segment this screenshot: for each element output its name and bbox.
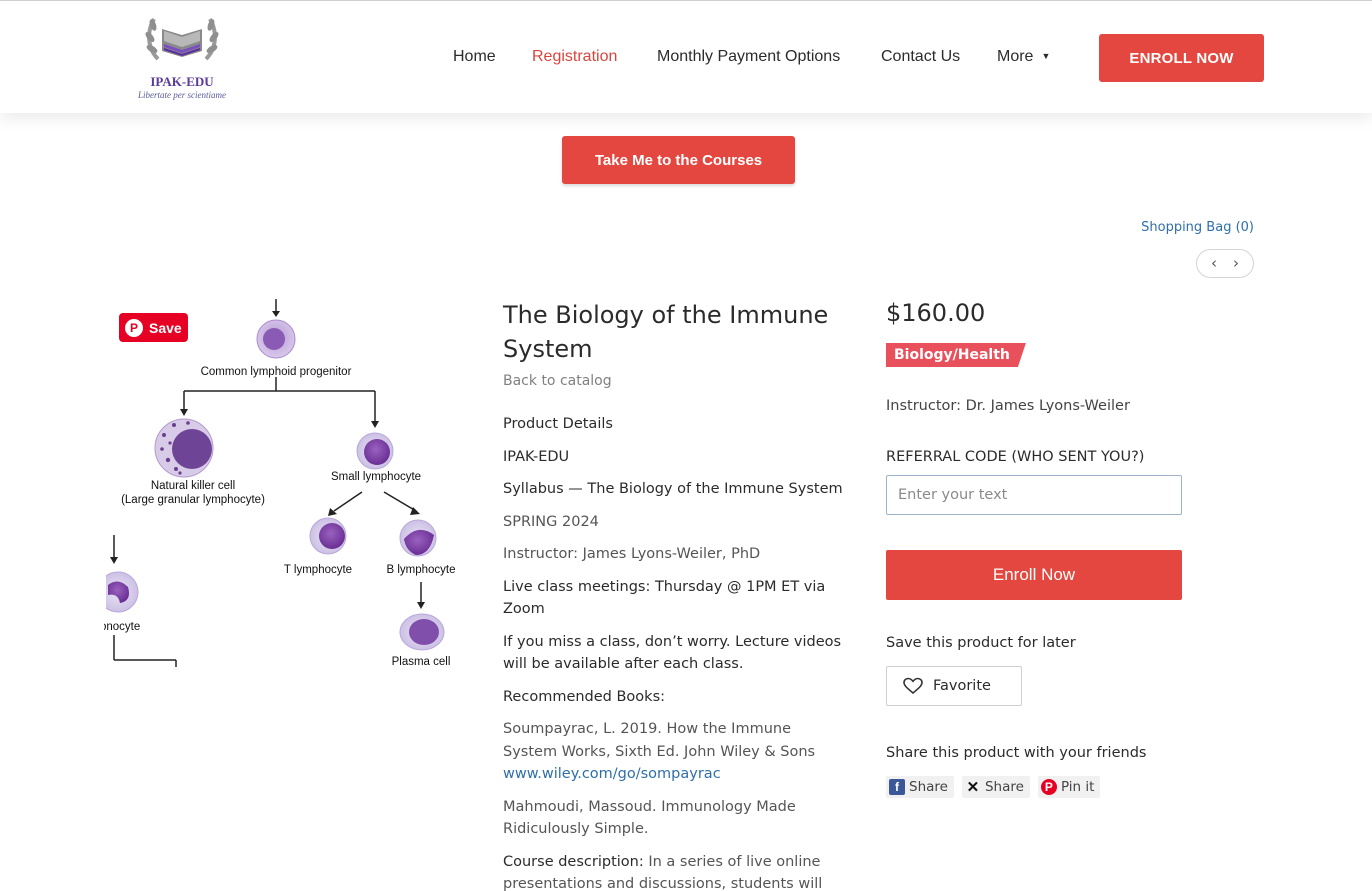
referral-code-label: REFERRAL CODE (WHO SENT YOU?) xyxy=(886,449,1145,465)
caret-down-icon: ▼ xyxy=(1041,51,1051,61)
label-natural-killer-cell: Natural killer cell xyxy=(151,480,235,492)
nav-more[interactable]: More ▼ xyxy=(997,48,1050,66)
share-label: Share this product with your friends xyxy=(886,745,1147,761)
label-large-granular-lymphocyte: (Large granular lymphocyte) xyxy=(121,494,265,506)
heart-icon xyxy=(903,677,923,695)
product-pager: ‹ › xyxy=(1196,249,1254,278)
nav-registration[interactable]: Registration xyxy=(532,48,617,66)
details-org: IPAK-EDU xyxy=(503,448,570,465)
chevron-right-icon[interactable]: › xyxy=(1233,256,1239,271)
enroll-now-button[interactable]: Enroll Now xyxy=(886,550,1182,600)
category-badge[interactable]: Biology/Health xyxy=(886,343,1026,367)
details-miss-class: If you miss a class, don’t worry. Lectur… xyxy=(503,633,842,673)
enroll-now-header-button[interactable]: ENROLL NOW xyxy=(1099,34,1264,82)
course-description-label: Course description: xyxy=(503,853,644,870)
details-live-meetings: Live class meetings: Thursday @ 1PM ET v… xyxy=(503,578,826,618)
facebook-icon: f xyxy=(889,779,905,795)
site-logo[interactable]: IPAK-EDU Libertate per scientiame xyxy=(132,11,232,103)
details-heading: Product Details xyxy=(503,416,613,432)
favorite-label: Favorite xyxy=(933,678,991,694)
pinterest-save-button[interactable]: P Save xyxy=(119,313,188,342)
label-common-lymphoid-progenitor: Common lymphoid progenitor xyxy=(201,366,352,378)
nav-home[interactable]: Home xyxy=(453,48,496,66)
share-buttons: f Share ✕ Share P Pin it xyxy=(886,776,1101,798)
favorite-button[interactable]: Favorite xyxy=(886,666,1022,706)
wiley-link[interactable]: www.wiley.com/go/sompayrac xyxy=(503,766,721,782)
x-share-button[interactable]: ✕ Share xyxy=(961,776,1030,798)
site-header: IPAK-EDU Libertate per scientiame Home R… xyxy=(0,0,1372,113)
label-monocyte: onocyte xyxy=(104,621,140,633)
nav-more-label: More xyxy=(997,48,1034,65)
referral-code-input[interactable] xyxy=(886,475,1182,515)
label-plasma-cell: Plasma cell xyxy=(392,656,451,668)
details-course-description: Course description: In a series of live … xyxy=(503,851,848,891)
details-syllabus: Syllabus — The Biology of the Immune Sys… xyxy=(503,481,843,497)
save-for-later-label: Save this product for later xyxy=(886,635,1076,651)
product-image: Common lymphoid progenitor Natural kille… xyxy=(104,299,456,668)
product-details: Product Details IPAK-EDU Syllabus — The … xyxy=(503,413,848,891)
pinterest-icon: P xyxy=(125,318,143,337)
nav-contact-us[interactable]: Contact Us xyxy=(881,48,960,66)
facebook-share-label: Share xyxy=(909,779,948,795)
book-1-text: Soumpayrac, L. 2019. How the Immune Syst… xyxy=(503,721,816,760)
pinterest-icon: P xyxy=(1040,779,1057,795)
logo-motto: Libertate per scientiame xyxy=(138,90,226,100)
pinterest-save-label: Save xyxy=(149,319,182,336)
pinterest-pin-label: Pin it xyxy=(1060,779,1095,795)
details-books-heading: Recommended Books: xyxy=(503,688,666,705)
label-b-lymphocyte: B lymphocyte xyxy=(386,564,455,576)
product-price: $160.00 xyxy=(886,299,986,327)
details-instructor: Instructor: James Lyons-Weiler, PhD xyxy=(503,546,761,562)
details-term: SPRING 2024 xyxy=(503,513,599,530)
x-icon: ✕ xyxy=(966,779,980,796)
back-to-catalog-link[interactable]: Back to catalog xyxy=(503,373,612,389)
nav-monthly-payment-options[interactable]: Monthly Payment Options xyxy=(657,48,840,66)
details-book-1: Soumpayrac, L. 2019. How the Immune Syst… xyxy=(503,718,848,786)
x-share-label: Share xyxy=(984,779,1024,795)
label-small-lymphocyte: Small lymphocyte xyxy=(331,471,421,483)
facebook-share-button[interactable]: f Share xyxy=(886,776,954,798)
pinterest-pin-button[interactable]: P Pin it xyxy=(1037,776,1101,798)
instructor-label: Instructor: Dr. James Lyons-Weiler xyxy=(886,398,1130,414)
details-book-2: Mahmoudi, Massoud. Immunology Made Ridic… xyxy=(503,798,796,838)
label-t-lymphocyte: T lymphocyte xyxy=(284,564,352,576)
shopping-bag-link[interactable]: Shopping Bag (0) xyxy=(1141,220,1254,235)
logo-title: IPAK-EDU xyxy=(150,74,214,89)
chevron-left-icon[interactable]: ‹ xyxy=(1211,256,1217,271)
product-title: The Biology of the Immune System xyxy=(503,301,829,363)
book-laurel-icon xyxy=(145,18,219,61)
take-me-to-courses-button[interactable]: Take Me to the Courses xyxy=(562,136,795,184)
